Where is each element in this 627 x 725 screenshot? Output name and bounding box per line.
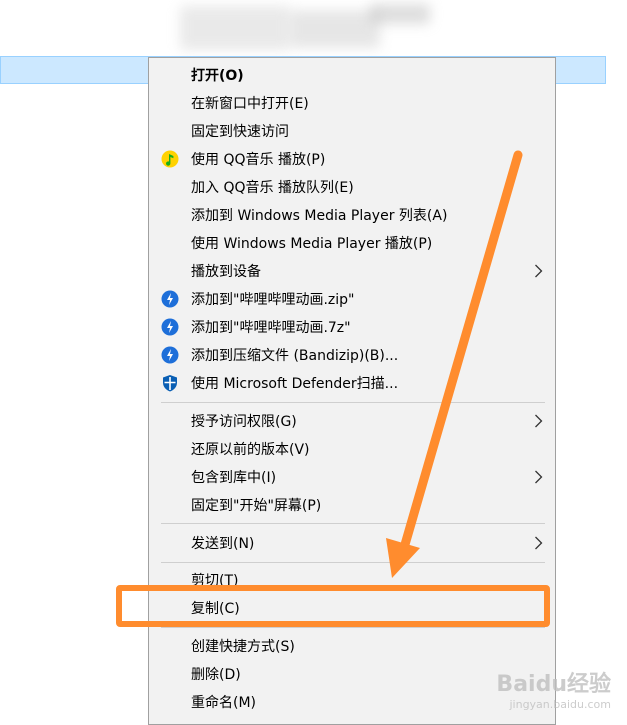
chevron-right-icon <box>535 264 543 278</box>
highlight-box <box>116 585 550 627</box>
menu-item-create-shortcut[interactable]: 创建快捷方式(S) <box>149 632 555 660</box>
menu-item-pin-start[interactable]: 固定到"开始"屏幕(P) <box>149 491 555 519</box>
menu-item-play-qq-music[interactable]: 使用 QQ音乐 播放(P) <box>149 145 555 173</box>
menu-separator <box>161 402 545 403</box>
menu-separator <box>161 523 545 524</box>
menu-item-rename[interactable]: 重命名(M) <box>149 688 555 716</box>
qq-music-icon <box>161 150 179 168</box>
menu-item-send-to[interactable]: 发送到(N) <box>149 529 555 557</box>
baidu-watermark: Baidu经验 jingyan.baidu.com <box>496 672 611 711</box>
blurred-filename <box>290 10 380 48</box>
menu-separator <box>161 627 545 628</box>
menu-item-open-new-window[interactable]: 在新窗口中打开(E) <box>149 89 555 117</box>
menu-item-cast-to-device[interactable]: 播放到设备 <box>149 257 555 285</box>
chevron-right-icon <box>535 536 543 550</box>
menu-item-add-7z[interactable]: 添加到"哔哩哔哩动画.7z" <box>149 313 555 341</box>
menu-item-restore-previous[interactable]: 还原以前的版本(V) <box>149 435 555 463</box>
blurred-filename <box>180 6 290 50</box>
menu-item-pin-quick-access[interactable]: 固定到快速访问 <box>149 117 555 145</box>
menu-item-play-wmp[interactable]: 使用 Windows Media Player 播放(P) <box>149 229 555 257</box>
menu-item-delete[interactable]: 删除(D) <box>149 660 555 688</box>
menu-item-include-in-library[interactable]: 包含到库中(I) <box>149 463 555 491</box>
menu-item-defender-scan[interactable]: 使用 Microsoft Defender扫描... <box>149 369 555 397</box>
menu-item-open[interactable]: 打开(O) <box>149 61 555 89</box>
bandizip-icon <box>161 346 179 364</box>
bandizip-icon <box>161 290 179 308</box>
menu-separator <box>161 562 545 563</box>
menu-item-add-qq-queue[interactable]: 加入 QQ音乐 播放队列(E) <box>149 173 555 201</box>
menu-item-add-archive-bandizip[interactable]: 添加到压缩文件 (Bandizip)(B)... <box>149 341 555 369</box>
menu-item-add-wmp-list[interactable]: 添加到 Windows Media Player 列表(A) <box>149 201 555 229</box>
bandizip-icon <box>161 318 179 336</box>
chevron-right-icon <box>535 470 543 484</box>
menu-item-add-zip[interactable]: 添加到"哔哩哔哩动画.zip" <box>149 285 555 313</box>
defender-icon <box>163 375 177 392</box>
chevron-right-icon <box>535 414 543 428</box>
menu-item-grant-access[interactable]: 授予访问权限(G) <box>149 407 555 435</box>
blurred-filename <box>370 4 430 24</box>
